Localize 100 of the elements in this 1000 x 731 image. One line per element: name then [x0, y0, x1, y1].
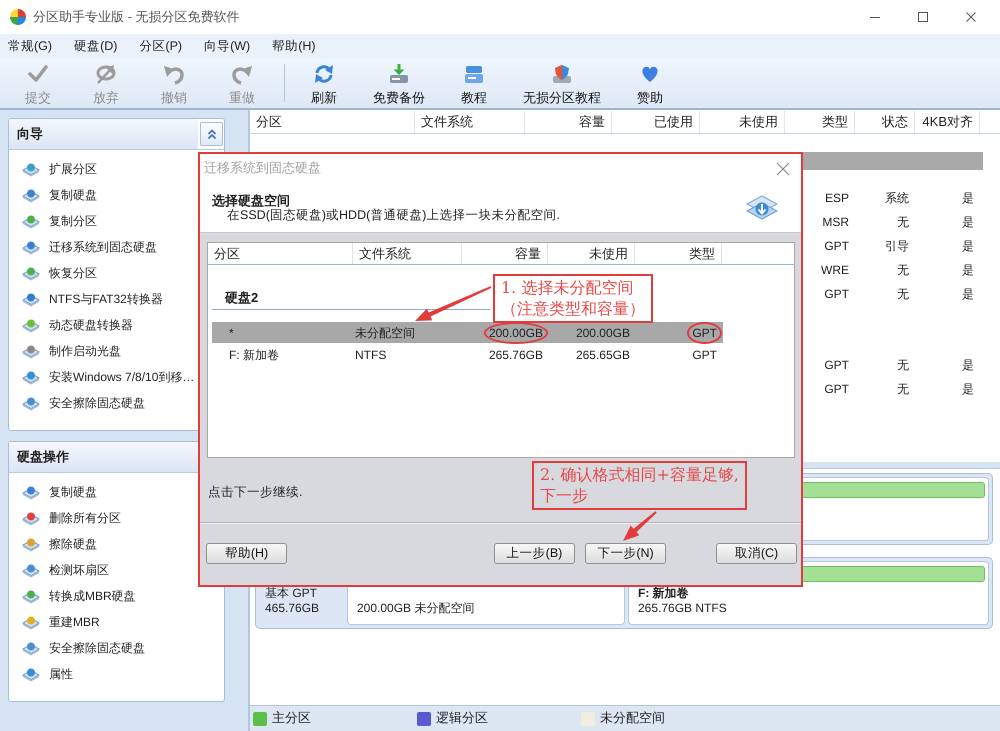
sidebar-item[interactable]: 安装Windows 7/8/10到移… [22, 364, 194, 390]
sidebar-item[interactable]: 属性 [22, 661, 73, 687]
sidebar-item[interactable]: 重建MBR [22, 609, 100, 635]
drive-icon [22, 213, 40, 229]
table-cell-text: 无 [897, 214, 910, 230]
toolbar-button[interactable]: 赞助 [619, 58, 681, 108]
drive-icon [22, 187, 40, 203]
sidebar-item[interactable]: 擦除硬盘 [22, 531, 97, 557]
sidebar-item[interactable]: NTFS与FAT32转换器 [22, 286, 163, 312]
window-title: 分区助手专业版 - 无损分区免费软件 [33, 8, 240, 26]
table-cell-text: 是 [962, 286, 975, 302]
partition-info: 200.00GB 未分配空间 [357, 601, 474, 616]
next-button[interactable]: 下一步(N) [585, 543, 666, 564]
table-cell-text: 是 [962, 382, 975, 396]
sidebar-item[interactable]: 扩展分区 [22, 156, 97, 182]
table-cell: GPT [692, 326, 717, 340]
drive-icon [22, 666, 40, 682]
table-cell: 200.00GB [576, 326, 630, 340]
table-cell-text: 系统 [885, 190, 910, 206]
column-header[interactable]: 分区 [250, 111, 415, 133]
back-button[interactable]: 上一步(B) [494, 543, 575, 564]
toolbar-button[interactable]: 免费备份 [355, 58, 443, 108]
drive-icon [22, 484, 40, 500]
table-cell-text: MSR [822, 214, 850, 230]
drive-icon [22, 536, 40, 552]
list-row[interactable]: F: 新加卷 NTFS 265.76GB 265.65GB GPT [212, 344, 723, 365]
sidebar-item[interactable]: 转换成MBR硬盘 [22, 583, 136, 609]
legend-label: 主分区 [272, 710, 311, 727]
drive-icon [22, 343, 40, 359]
sidebar-item[interactable]: 复制分区 [22, 208, 97, 234]
refresh-icon [313, 63, 335, 85]
drive-icon [22, 588, 40, 604]
drive-icon [22, 395, 40, 411]
drive-icon [22, 291, 40, 307]
disk-type: 基本 GPT [265, 586, 318, 601]
sidebar-item[interactable]: 制作启动光盘 [22, 338, 121, 364]
toolbar-button[interactable]: 教程 [443, 58, 505, 108]
table-cell-text: 无 [897, 358, 910, 372]
table-cell-text: GPT [824, 238, 850, 254]
drive-icon [22, 562, 40, 578]
drive-arrow-icon [388, 63, 410, 85]
double-chevron-up-icon [206, 128, 216, 140]
menu-item[interactable]: 向导(W) [200, 35, 254, 57]
table-cell-text: 无 [897, 262, 910, 278]
menu-item[interactable]: 帮助(H) [268, 35, 320, 57]
table-cell-text: WRE [821, 262, 850, 278]
menu-item[interactable]: 常规(G) [4, 35, 56, 57]
partition-name: F: 新加卷 [638, 586, 689, 601]
close-icon[interactable] [776, 162, 790, 176]
column-header[interactable]: 类型 [635, 243, 722, 264]
collapse-button[interactable] [200, 122, 223, 146]
column-header[interactable]: 文件系统 [415, 111, 525, 133]
drive-icon [22, 317, 40, 333]
column-header[interactable]: 未使用 [700, 111, 785, 133]
table-cell-text: 是 [962, 262, 975, 278]
column-header[interactable]: 分区 [208, 243, 353, 264]
list-row[interactable]: * 未分配空间 200.00GB 200.00GB GPT [212, 322, 723, 343]
table-cell-text: 引导 [885, 238, 910, 254]
table-cell: * [229, 326, 234, 340]
table-cell: 未分配空间 [355, 326, 415, 340]
table-cell: GPT [692, 348, 717, 362]
sidebar-item[interactable]: 恢复分区 [22, 260, 97, 286]
cancel-button[interactable]: 取消(C) [716, 543, 797, 564]
legend-label: 未分配空间 [600, 710, 665, 727]
table-cell-text: 无 [897, 382, 910, 396]
sidebar-item[interactable]: 复制硬盘 [22, 479, 97, 505]
sidebar-item[interactable]: 安全擦除固态硬盘 [22, 635, 145, 661]
column-header[interactable]: 类型 [785, 111, 855, 133]
drive-icon [22, 640, 40, 656]
column-header[interactable]: 容量 [525, 111, 612, 133]
menu-item[interactable]: 分区(P) [135, 35, 186, 57]
sidebar-item[interactable]: 复制硬盘 [22, 182, 97, 208]
column-header[interactable]: 未使用 [548, 243, 635, 264]
table-cell: F: 新加卷 [229, 348, 279, 362]
table-cell-text: 是 [962, 190, 975, 206]
app-logo-icon [8, 8, 28, 26]
check-icon [27, 63, 49, 85]
column-header[interactable]: 状态 [855, 111, 915, 133]
menu-item[interactable]: 硬盘(D) [70, 35, 122, 57]
column-header[interactable]: 已使用 [612, 111, 700, 133]
help-button[interactable]: 帮助(H) [206, 543, 287, 564]
table-cell-text: GPT [824, 286, 850, 302]
sidebar-item[interactable]: 检测坏扇区 [22, 557, 109, 583]
toolbar-button[interactable]: 无损分区教程 [505, 58, 619, 108]
column-header[interactable]: 文件系统 [353, 243, 462, 264]
toolbar-button[interactable]: 刷新 [293, 58, 355, 108]
redo-icon [231, 63, 253, 85]
column-header[interactable]: 4KB对齐 [915, 111, 980, 133]
table-cell-text: 无 [897, 286, 910, 302]
sidebar-item[interactable]: 安全擦除固态硬盘 [22, 390, 145, 416]
shield-icon [551, 63, 573, 85]
dialog-title: 迁移系统到固态硬盘 [204, 160, 321, 177]
column-header[interactable]: 容量 [462, 243, 548, 264]
maximize-icon[interactable] [918, 12, 928, 22]
sidebar-item[interactable]: 迁移系统到固态硬盘 [22, 234, 157, 260]
close-icon[interactable] [966, 12, 976, 22]
sidebar-item[interactable]: 动态硬盘转换器 [22, 312, 133, 338]
sidebar-item[interactable]: 删除所有分区 [22, 505, 121, 531]
table-cell-text: ESP [824, 190, 850, 206]
dialog-hint: 点击下一步继续. [208, 485, 302, 499]
